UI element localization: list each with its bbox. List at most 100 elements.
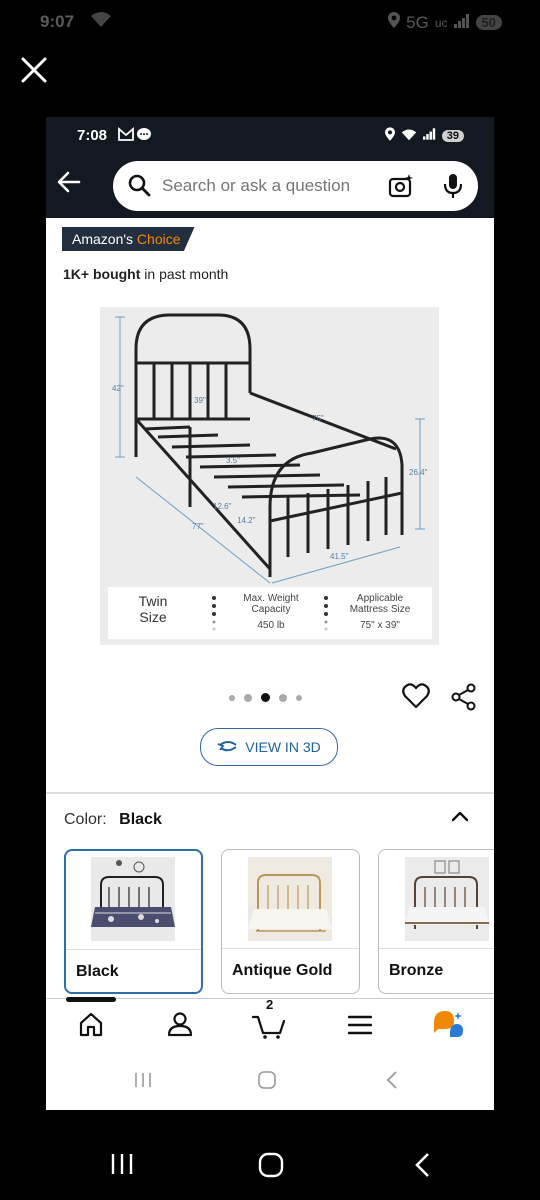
back-button-icon[interactable]: [384, 1071, 400, 1094]
amazons-choice-badge: Amazon's Choice: [62, 227, 195, 251]
signal-icon: [422, 128, 436, 143]
recent-apps-icon[interactable]: [133, 1071, 153, 1094]
swatch-separator: [222, 948, 359, 949]
rotate-3d-icon: [217, 739, 239, 756]
carousel-dot[interactable]: [296, 694, 302, 701]
mic-icon[interactable]: [443, 173, 463, 204]
spec-separator: [212, 596, 216, 631]
carousel-dot[interactable]: [244, 693, 252, 702]
badge-prefix: Amazon's: [72, 231, 134, 247]
color-option-black[interactable]: Black: [64, 849, 203, 994]
close-icon[interactable]: [18, 56, 50, 88]
wifi-icon: [90, 10, 112, 33]
bought-count-bold: 1K+ bought: [63, 266, 141, 282]
badge-choice: Choice: [136, 231, 181, 247]
dim-d1: 12.6": [213, 502, 232, 511]
location-icon: [384, 127, 395, 144]
user-icon[interactable]: [167, 1011, 193, 1042]
spec-mattress-value: 75" x 39": [360, 620, 400, 631]
spec-mattress-line2: Mattress Size: [349, 604, 411, 615]
search-header: [46, 155, 494, 218]
home-icon[interactable]: [78, 1011, 104, 1042]
swatch-separator: [379, 948, 494, 949]
camera-icon[interactable]: [388, 173, 414, 204]
battery-indicator: 50: [475, 15, 502, 30]
spec-size-line2: Size: [139, 609, 167, 625]
spec-mattress: Applicable Mattress Size 75" x 39": [330, 593, 430, 631]
carousel-dot[interactable]: [229, 694, 235, 701]
dim-d3: 41.5": [330, 552, 349, 561]
menu-icon[interactable]: [347, 1015, 373, 1040]
outer-system-nav: [0, 1132, 540, 1200]
dim-clearance: 26.4": [409, 468, 428, 477]
cart-icon[interactable]: [251, 1011, 286, 1044]
color-option-label: Antique Gold: [232, 962, 333, 979]
chevron-up-icon[interactable]: [448, 805, 472, 834]
color-option-antique-gold[interactable]: Antique Gold: [221, 849, 360, 994]
dim-d2: 14.2": [237, 516, 256, 525]
search-input[interactable]: [160, 173, 364, 199]
color-option-thumbnail: [248, 857, 332, 941]
color-option-label: Black: [76, 963, 119, 980]
home-button-icon[interactable]: [258, 1152, 284, 1183]
battery-indicator: 39: [441, 129, 464, 142]
color-option-label: Bronze: [389, 962, 444, 979]
carousel-dot-active[interactable]: [261, 693, 270, 702]
dim-side: 77": [192, 522, 204, 531]
recent-apps-icon[interactable]: [109, 1152, 135, 1181]
spec-size: Twin Size: [108, 593, 198, 625]
share-icon[interactable]: [450, 683, 478, 716]
spec-separator: [324, 596, 328, 631]
heart-icon[interactable]: [402, 683, 430, 714]
swatch-separator: [66, 949, 201, 950]
home-button-icon[interactable]: [257, 1071, 277, 1094]
search-box[interactable]: [113, 161, 478, 211]
dim-height: 42": [112, 384, 124, 393]
color-label-text: Color:: [64, 811, 107, 828]
view-in-3d-label: VIEW IN 3D: [245, 739, 321, 755]
dim-length: 75": [312, 414, 324, 423]
outer-status-bar: 9:07 5G uc 50: [0, 0, 540, 44]
inner-status-bar: 7:08 39: [46, 117, 494, 155]
spec-weight-line1: Max. Weight: [243, 593, 299, 604]
product-image[interactable]: 42" 39" 75" 26.4" 77" 12.6" 14.2" 41.5" …: [100, 307, 439, 645]
network-label: 5G: [406, 12, 429, 32]
outer-clock: 9:07: [40, 12, 75, 31]
color-option-thumbnail: [405, 857, 489, 941]
location-icon: [388, 12, 401, 33]
carousel-dots[interactable]: [229, 693, 302, 702]
color-option-thumbnail: [91, 857, 175, 941]
wifi-icon: [401, 128, 417, 144]
inner-system-nav: [46, 1053, 494, 1110]
dim-d4: 3.5": [226, 456, 240, 465]
signal-icon: [453, 13, 470, 33]
inner-status-right: 39: [384, 127, 464, 144]
bought-count-rest: in past month: [144, 266, 229, 282]
inner-clock: 7:08: [77, 127, 108, 144]
section-divider: [46, 792, 494, 794]
cart-count-badge: 2: [266, 997, 274, 1012]
bought-count: 1K+ bought in past month: [63, 266, 228, 282]
spec-mattress-line1: Applicable: [356, 593, 404, 604]
network-sub-label: uc: [434, 15, 448, 30]
search-icon: [127, 173, 151, 202]
color-selector-label: Color: Black: [64, 811, 162, 829]
back-arrow-icon[interactable]: [56, 169, 88, 201]
spec-size-line1: Twin: [138, 593, 168, 609]
active-tab-indicator: [66, 997, 116, 1002]
back-button-icon[interactable]: [412, 1152, 432, 1183]
carousel-dot[interactable]: [279, 693, 287, 702]
spec-row: Twin Size Max. Weight Capacity 450 lb Ap…: [108, 587, 432, 639]
color-option-bronze[interactable]: Bronze: [378, 849, 494, 994]
rufus-icon[interactable]: [432, 1009, 464, 1044]
spec-weight-value: 450 lb: [257, 620, 285, 631]
spec-weight-line2: Capacity: [251, 604, 291, 615]
outer-status-right: 5G uc 50: [388, 12, 502, 33]
screenshot-frame: 7:08 39 Search or ask a question Amazon'…: [46, 117, 494, 1110]
gmail-icon: [118, 127, 152, 144]
bed-frame-illustration: 42" 39" 75" 26.4" 77" 12.6" 14.2" 41.5" …: [112, 313, 428, 584]
view-in-3d-button[interactable]: VIEW IN 3D: [200, 728, 338, 766]
dim-width: 39": [194, 396, 206, 405]
spec-weight: Max. Weight Capacity 450 lb: [220, 593, 322, 631]
color-selected-value: Black: [119, 811, 162, 828]
